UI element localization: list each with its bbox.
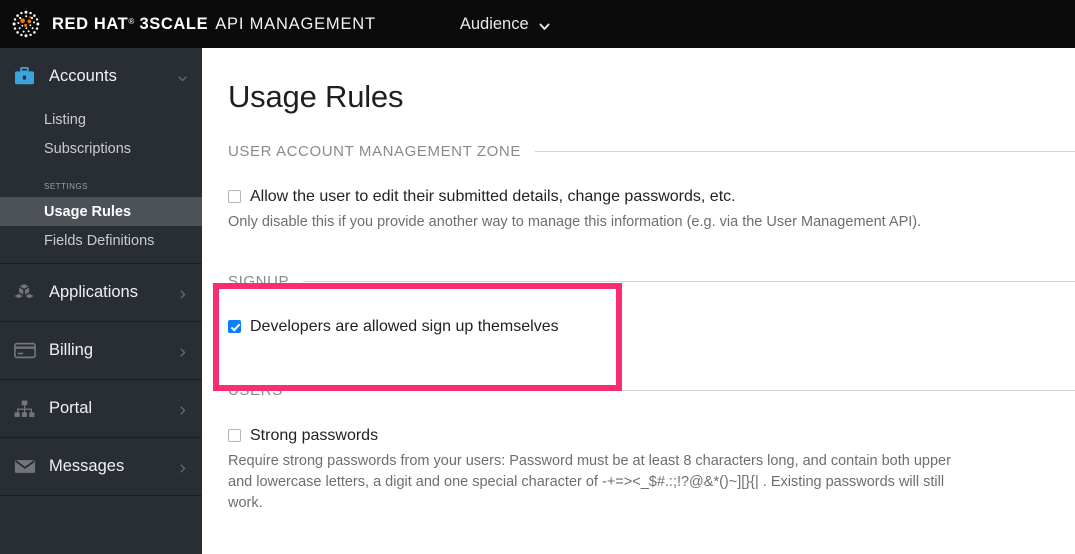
- sidebar-item-portal-label: Portal: [49, 399, 93, 417]
- allow-user-edit-checkbox[interactable]: [228, 190, 241, 203]
- allow-user-edit-helptext: Only disable this if you provide another…: [228, 214, 922, 230]
- cubes-icon: [11, 283, 38, 302]
- audience-menu[interactable]: Audience: [459, 14, 550, 34]
- section-divider: [296, 390, 1075, 391]
- page-title: Usage Rules: [228, 79, 404, 114]
- brand-3scale: 3SCALE: [139, 14, 209, 33]
- section-heading-label: USER ACCOUNT MANAGEMENT ZONE: [228, 143, 521, 160]
- chevron-down-icon: [538, 19, 550, 30]
- brand-title: RED HAT ® 3SCALE API MANAGEMENT: [52, 15, 376, 34]
- sidebar-navigation: Accounts Listing Subscriptions Settings …: [0, 48, 202, 554]
- sidebar-item-usage-rules[interactable]: Usage Rules: [0, 197, 202, 226]
- sidebar-group-accounts: Accounts Listing Subscriptions Settings …: [0, 48, 202, 264]
- sidebar-item-listing[interactable]: Listing: [0, 105, 202, 134]
- section-users: USERS Strong passwords Require strong pa…: [228, 382, 1075, 514]
- chevron-right-icon: [177, 345, 188, 357]
- sidebar-group-billing: Billing: [0, 322, 202, 380]
- section-heading-label: SIGNUP: [228, 273, 290, 290]
- chevron-right-icon: [177, 461, 188, 473]
- briefcase-icon: [11, 67, 38, 86]
- audience-label: Audience: [459, 14, 529, 33]
- section-heading-signup: SIGNUP: [228, 273, 1075, 290]
- envelope-icon: [11, 458, 38, 475]
- sidebar-item-listing-label: Listing: [44, 111, 86, 128]
- sidebar-group-portal: Portal: [0, 380, 202, 438]
- checkbox-row-strong-passwords: Strong passwords: [228, 426, 1075, 445]
- section-heading-user-account-management-zone: USER ACCOUNT MANAGEMENT ZONE: [228, 143, 1075, 160]
- chevron-right-icon: [177, 287, 188, 299]
- strong-passwords-label[interactable]: Strong passwords: [250, 426, 378, 445]
- sidebar-item-fields-definitions-label: Fields Definitions: [44, 232, 155, 249]
- developers-signup-checkbox[interactable]: [228, 320, 241, 333]
- top-navigation-bar: RED HAT ® 3SCALE API MANAGEMENT Audience: [0, 0, 1075, 48]
- section-divider: [534, 151, 1075, 152]
- sidebar-item-billing[interactable]: Billing: [0, 322, 202, 379]
- sidebar-item-applications-label: Applications: [49, 283, 138, 301]
- sitemap-icon: [11, 399, 38, 418]
- main-content: Usage Rules USER ACCOUNT MANAGEMENT ZONE…: [202, 48, 1075, 554]
- sidebar-group-applications: Applications: [0, 264, 202, 322]
- sidebar-item-usage-rules-label: Usage Rules: [44, 203, 132, 220]
- section-heading-users: USERS: [228, 382, 1075, 399]
- sidebar-empty-row: [0, 496, 202, 535]
- sidebar-group-messages: Messages: [0, 438, 202, 496]
- sidebar-item-accounts[interactable]: Accounts: [0, 48, 202, 105]
- sidebar-item-messages[interactable]: Messages: [0, 438, 202, 495]
- section-divider: [303, 281, 1075, 282]
- redhat-logo-icon: [11, 9, 41, 39]
- strong-passwords-checkbox[interactable]: [228, 429, 241, 442]
- sidebar-subnav-accounts: Listing Subscriptions Settings Usage Rul…: [0, 105, 202, 263]
- developers-signup-label[interactable]: Developers are allowed sign up themselve…: [250, 317, 559, 336]
- section-user-account-management-zone: USER ACCOUNT MANAGEMENT ZONE Allow the u…: [228, 143, 1075, 233]
- credit-card-icon: [11, 342, 38, 359]
- checkbox-row-allow-user-edit: Allow the user to edit their submitted d…: [228, 187, 1075, 206]
- sidebar-item-subscriptions[interactable]: Subscriptions: [0, 134, 202, 163]
- brand-api-management: API MANAGEMENT: [215, 14, 376, 33]
- section-heading-label: USERS: [228, 382, 283, 399]
- chevron-down-icon: [177, 71, 188, 82]
- sidebar-item-applications[interactable]: Applications: [0, 264, 202, 321]
- sidebar-item-billing-label: Billing: [49, 341, 94, 359]
- sidebar-item-subscriptions-label: Subscriptions: [44, 140, 132, 157]
- sidebar-item-messages-label: Messages: [49, 457, 125, 475]
- allow-user-edit-label[interactable]: Allow the user to edit their submitted d…: [250, 187, 736, 206]
- brand-redhat: RED HAT: [52, 14, 129, 33]
- checkbox-row-developers-signup: Developers are allowed sign up themselve…: [228, 317, 1075, 336]
- sidebar-item-fields-definitions[interactable]: Fields Definitions: [0, 226, 202, 255]
- app-root: RED HAT® 3SCALE API MANAGEMENT Audience: [0, 0, 1075, 554]
- brand-trademark: ®: [128, 16, 135, 26]
- strong-passwords-helptext: Require strong passwords from your users…: [228, 453, 951, 511]
- section-signup: SIGNUP Developers are allowed sign up th…: [228, 273, 1075, 336]
- sidebar-item-portal[interactable]: Portal: [0, 380, 202, 437]
- sidebar-subheading-settings: Settings: [44, 180, 89, 192]
- chevron-right-icon: [177, 403, 188, 415]
- sidebar-item-accounts-label: Accounts: [49, 67, 117, 85]
